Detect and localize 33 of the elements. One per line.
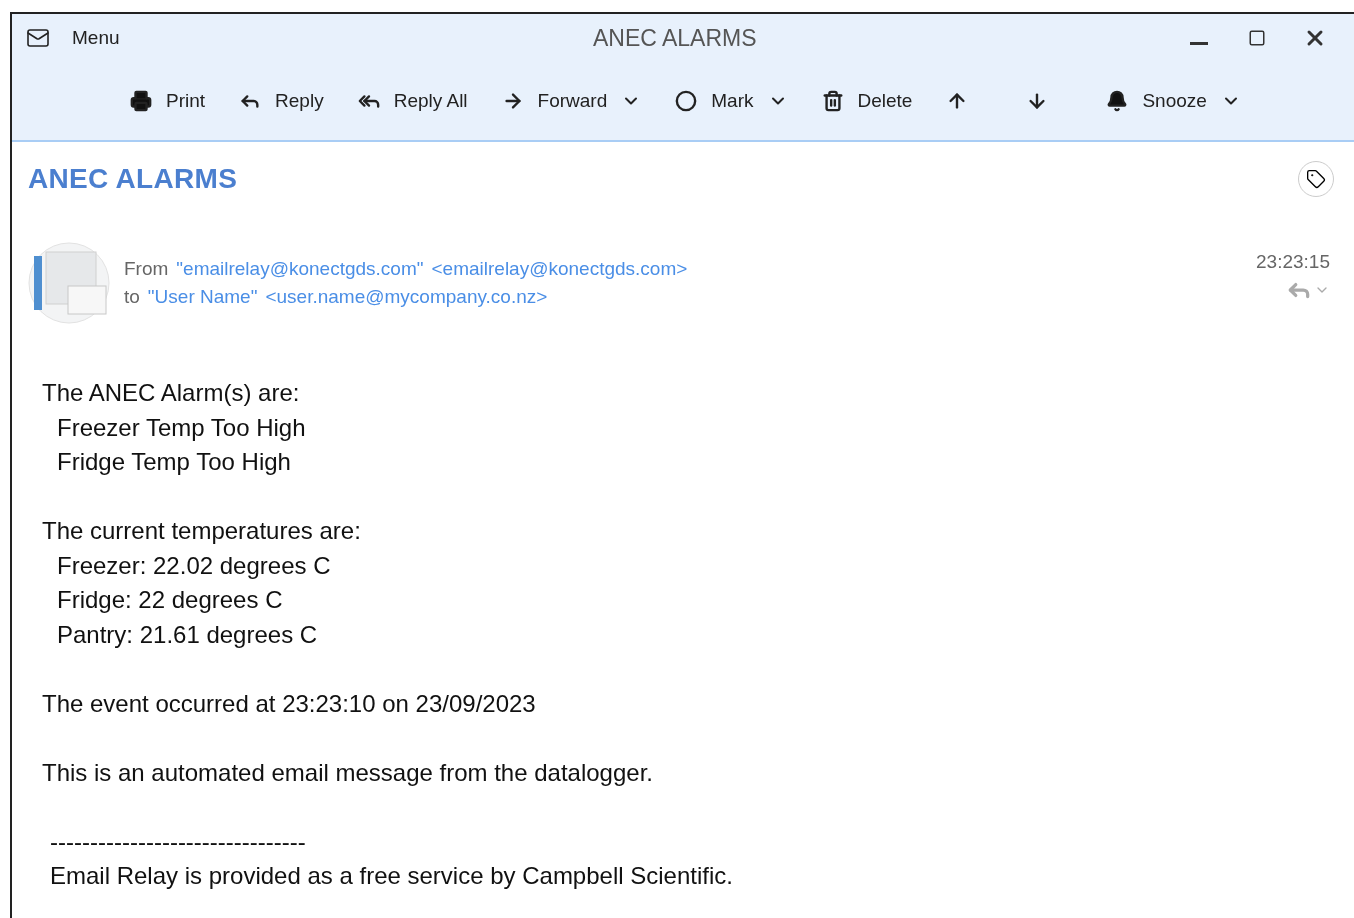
envelope-icon xyxy=(26,26,50,50)
list-line: Pantry: 21.61 degrees C xyxy=(56,619,319,650)
to-line: to "User Name" <user.name@mycompany.co.nz> xyxy=(124,285,549,309)
printer-icon xyxy=(130,90,152,112)
list-line: Fridge: 22 degrees C xyxy=(56,585,284,615)
reply-all-button[interactable]: Reply All xyxy=(347,84,478,118)
print-button[interactable]: Print xyxy=(120,84,216,118)
footer-line: Email Relay is provided as a free service by Campbell Scientific. xyxy=(49,861,734,891)
list-line: Freezer Temp Too High xyxy=(56,412,307,443)
bell-icon xyxy=(1106,90,1129,112)
footer-line: -------------------------------- xyxy=(49,826,307,857)
forward-button[interactable]: Forward xyxy=(491,84,652,118)
menu-button[interactable]: Menu xyxy=(26,26,120,50)
mark-button[interactable]: Mark xyxy=(665,84,798,118)
body-line: This is an automated email message from the datalogger. xyxy=(42,757,654,788)
maximize-icon xyxy=(1248,29,1266,47)
reply-button[interactable]: Reply xyxy=(229,84,334,118)
trash-icon xyxy=(821,90,844,112)
list-line: Freezer: 22.02 degrees C xyxy=(56,550,332,581)
message-time: 23:23:15 xyxy=(1256,251,1330,273)
body-line: The current temperatures are: xyxy=(42,516,362,546)
add-tag-button[interactable] xyxy=(1298,161,1334,197)
body-line: The event occurred at 23:23:10 on 23/09/2023 xyxy=(42,688,537,719)
list-line: Fridge Temp Too High xyxy=(56,447,292,477)
window-title: ANEC ALARMS xyxy=(591,24,758,52)
tag-icon xyxy=(1306,169,1326,189)
minimize-icon xyxy=(1190,41,1208,45)
snooze-button[interactable]: Snooze xyxy=(1096,84,1251,118)
delete-button[interactable]: Delete xyxy=(811,84,923,118)
body-line: The ANEC Alarm(s) are: xyxy=(42,378,301,408)
from-line: From "emailrelay@konectgds.com" <emailrelay@konectgds.com> xyxy=(124,257,689,281)
email-subject: ANEC ALARMS xyxy=(28,163,238,195)
circle-icon xyxy=(675,90,698,112)
